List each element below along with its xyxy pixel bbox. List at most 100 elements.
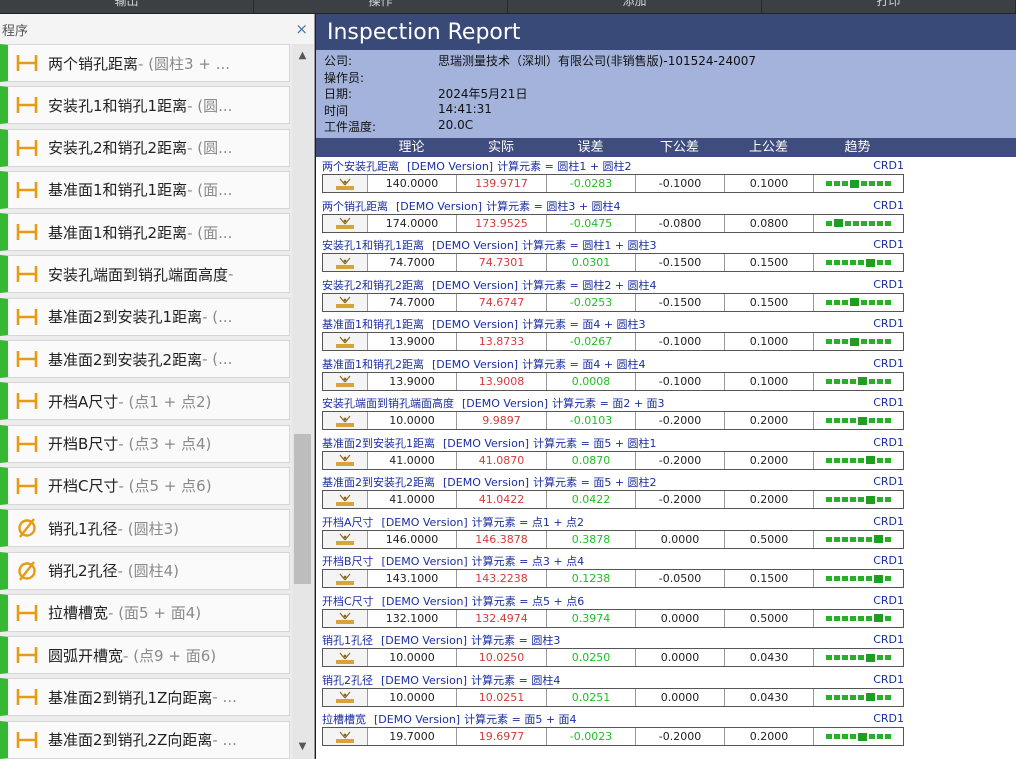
feature-row: 74.7000 74.6747 -0.0253 -0.1500 0.1500 (322, 292, 904, 312)
feature-block: 拉槽槽宽 [DEMO Version] 计算元素 = 面5 + 面4 CRD1 19.7… (316, 710, 1016, 750)
theory-value: 143.1000 (368, 570, 457, 587)
lower-tolerance: -0.1000 (636, 175, 725, 192)
feature-name: 销孔2孔径 (322, 673, 373, 687)
dimension-icon (323, 688, 368, 706)
feature-name: 两个安装孔距离 (322, 160, 399, 173)
theory-value: 10.0000 (368, 688, 457, 706)
column-spacer (316, 138, 367, 157)
feature-title: 开档A尺寸 [DEMO Version] 计算元素 = 点1 + 点2 (322, 515, 1016, 530)
distance-icon (14, 136, 40, 160)
dimension-icon (323, 491, 368, 508)
program-item[interactable]: 基准面2到销孔1Z向距离 - ... (0, 678, 290, 717)
theory-value: 74.7000 (368, 254, 457, 271)
upper-tolerance: 0.2000 (725, 451, 814, 469)
trend-bar (834, 576, 840, 581)
feature-row: 143.1000 143.2238 0.1238 -0.0500 0.1500 (322, 569, 904, 588)
program-item[interactable]: 基准面1和销孔1距离 - (面... (0, 170, 290, 209)
trend-bar (834, 378, 840, 384)
scroll-thumb[interactable] (294, 434, 311, 584)
menu-tab-operation[interactable]: 操作 (254, 0, 508, 13)
feature-crd: CRD1 (873, 396, 904, 409)
feature-calc: 计算元素 = 面5 + 面4 (464, 713, 577, 726)
scroll-down-icon[interactable]: ▼ (292, 737, 313, 757)
actual-value: 74.7301 (457, 254, 547, 271)
column-header: 理论 (398, 140, 425, 155)
program-item[interactable]: 开档B尺寸 - (点3 + 点4) (0, 424, 290, 463)
report-column-header: 理论 实际 误差 下公差 上公差 趋势 (316, 138, 1016, 157)
program-item-name: 两个销孔距离 (48, 54, 139, 73)
info-value: 20.0C (438, 118, 474, 132)
menu-tab-add[interactable]: 添加 (508, 0, 762, 13)
trend-bar (834, 181, 840, 186)
lower-tolerance: 0.0000 (636, 688, 725, 706)
program-item[interactable]: 基准面2到安装孔1距离 - (... (0, 297, 290, 336)
program-item[interactable]: 拉槽槽宽 - (面5 + 面4) (0, 593, 290, 632)
program-item[interactable]: 基准面2到销孔2Z向距离 - ... (0, 720, 290, 759)
feature-title: 开档B尺寸 [DEMO Version] 计算元素 = 点3 + 点4 (322, 554, 1016, 569)
scroll-up-icon[interactable]: ▲ (292, 46, 313, 66)
program-item-detail: - (面... (187, 181, 233, 200)
feature-calc: 计算元素 = 面2 + 面3 (552, 397, 665, 410)
demo-tag: [DEMO Version] (381, 515, 468, 529)
feature-name: 开档B尺寸 (322, 555, 374, 568)
upper-tolerance: 0.0430 (725, 649, 814, 666)
feature-name: 基准面2到安装孔2距离 (322, 476, 435, 489)
trend-bar (850, 457, 856, 463)
program-item[interactable]: 基准面2到安装孔2距离 - (... (0, 340, 290, 379)
trend-bar (885, 378, 891, 384)
program-item-name: 安装孔1和销孔1距离 (48, 96, 188, 115)
program-item[interactable]: 圆弧开槽宽 - (点9 + 面6) (0, 636, 290, 675)
trend-bar (858, 260, 864, 265)
trend-bar (877, 299, 883, 305)
upper-tolerance: 0.2000 (725, 728, 814, 745)
program-item[interactable]: 安装孔2和销孔2距离 - (圆... (0, 128, 290, 167)
info-row: 时间 14:41:31 (324, 102, 1008, 119)
trend-bar (866, 495, 875, 504)
feature-row: 41.0000 41.0870 0.0870 -0.2000 0.2000 (322, 450, 904, 470)
trend-bar (834, 694, 840, 700)
program-list-scrollbar[interactable]: ▲ ▼ (292, 44, 313, 759)
feature-crd: CRD1 (873, 238, 904, 251)
trend-bar (826, 615, 832, 621)
error-value: 0.0301 (547, 254, 636, 271)
feature-block: 开档C尺寸 [DEMO Version] 计算元素 = 点5 + 点6 CRD1 132… (316, 592, 1016, 632)
actual-value: 10.0250 (457, 649, 547, 666)
trend-bar (850, 497, 856, 502)
program-item[interactable]: 安装孔端面到销孔端面高度 - (0, 255, 290, 294)
trend-bar (842, 339, 848, 344)
program-item[interactable]: 销孔1孔径 - (圆柱3) (0, 509, 290, 548)
trend-bar (885, 418, 891, 423)
distance-icon (14, 347, 40, 371)
trend-bar (866, 615, 872, 621)
actual-value: 143.2238 (457, 570, 547, 587)
trend-bar (845, 220, 851, 226)
upper-tolerance: 0.1000 (725, 372, 814, 390)
menu-tab-output[interactable]: 输出 (0, 0, 254, 13)
trend-bar (853, 220, 859, 226)
trend-bar (850, 179, 859, 188)
feature-block: 基准面1和销孔1距离 [DEMO Version] 计算元素 = 面4 + 圆柱3 C… (316, 315, 1016, 355)
error-value: 0.3878 (547, 530, 636, 548)
feature-title: 基准面2到安装孔1距离 [DEMO Version] 计算元素 = 面5 + 圆柱1 (322, 436, 1016, 451)
feature-crd: CRD1 (873, 475, 904, 488)
program-item[interactable]: 安装孔1和销孔1距离 - (圆... (0, 86, 290, 125)
program-item[interactable]: 销孔2孔径 - (圆柱4) (0, 551, 290, 590)
trend-graph (814, 294, 903, 311)
feature-name: 销孔1孔径 (322, 634, 373, 647)
feature-block: 销孔2孔径 [DEMO Version] 计算元素 = 圆柱4 CRD1 10.0000… (316, 671, 1016, 711)
menu-tab-print[interactable]: 打印 (762, 0, 1016, 13)
demo-tag: [DEMO Version] (381, 634, 468, 647)
trend-bar (885, 576, 891, 581)
trend-bar (826, 734, 832, 739)
close-icon[interactable]: × (295, 20, 308, 38)
demo-tag: [DEMO Version] (432, 357, 519, 371)
feature-title: 安装孔端面到销孔端面高度 [DEMO Version] 计算元素 = 面2 + 面3 (322, 396, 1016, 411)
theory-value: 10.0000 (368, 412, 457, 429)
program-item[interactable]: 基准面1和销孔2距离 - (面... (0, 213, 290, 252)
feature-calc: 计算元素 = 圆柱1 + 圆柱2 (497, 160, 632, 173)
program-item[interactable]: 开档C尺寸 - (点5 + 点6) (0, 466, 290, 505)
column-header: 实际 (487, 140, 514, 155)
program-item[interactable]: 开档A尺寸 - (点1 + 点2) (0, 382, 290, 421)
program-item[interactable]: 两个销孔距离 - (圆柱3 + ... (0, 44, 290, 82)
trend-bar (834, 457, 840, 463)
